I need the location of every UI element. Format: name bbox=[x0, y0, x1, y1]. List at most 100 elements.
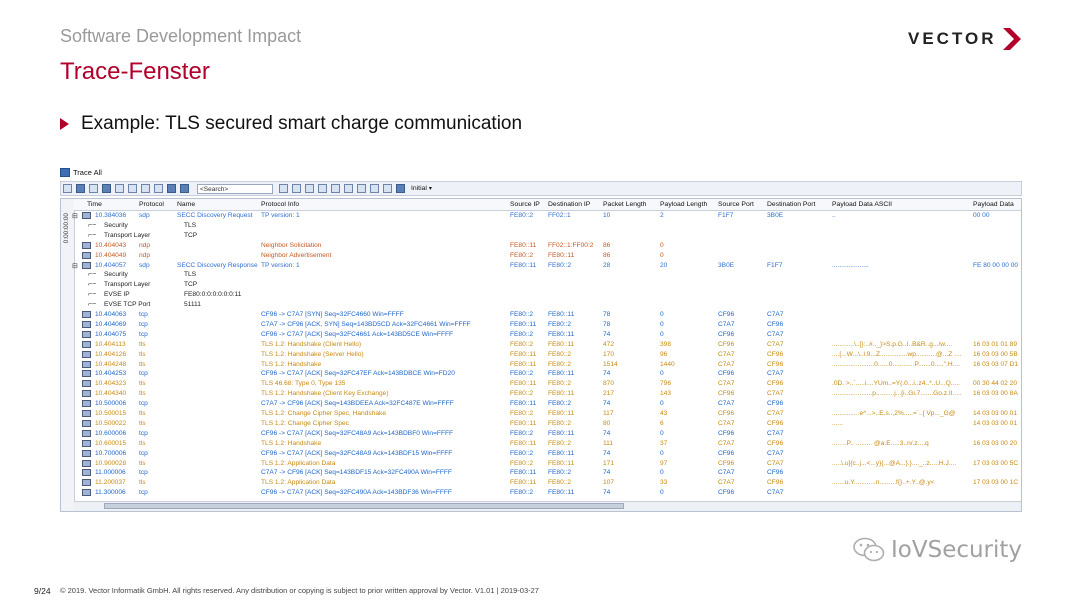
detail-label: Transport Layer bbox=[104, 231, 151, 239]
cell-info: TLS 1.2: Handshake bbox=[261, 439, 322, 447]
trace-row[interactable]: 10.500015 tls TLS 1.2: Change Cipher Spec,… bbox=[74, 409, 1021, 419]
trace-row[interactable]: 10.500006 tcp C7A7 -> CF96 [ACK] Seq=143BD… bbox=[74, 399, 1021, 409]
column-header[interactable]: Payload Data ASCII bbox=[832, 201, 892, 208]
column-header[interactable]: Name bbox=[177, 201, 195, 208]
cell-time: 10.404063 bbox=[95, 311, 127, 318]
toolbar-scroll-icon[interactable] bbox=[180, 184, 189, 193]
toolbar-group-icon[interactable] bbox=[76, 184, 85, 193]
detail-label: Security bbox=[104, 271, 128, 279]
column-header[interactable]: Destination IP bbox=[548, 201, 590, 208]
message-icon bbox=[82, 400, 91, 408]
trace-row[interactable]: ⊟ 10.384036 sdp SECC Discovery Request TP ve… bbox=[72, 211, 1021, 221]
cell-plen: 117 bbox=[603, 410, 614, 417]
toolbar-collapse-icon[interactable] bbox=[115, 184, 124, 193]
trace-row[interactable]: 11.000006 tcp C7A7 -> CF96 [ACK] Seq=143BD… bbox=[74, 468, 1021, 478]
column-header[interactable]: Payload Length bbox=[660, 201, 707, 208]
toolbar-back-icon[interactable] bbox=[305, 184, 314, 193]
expand-toggle-icon[interactable]: ⊟ bbox=[72, 212, 78, 220]
trace-row[interactable]: 10.500022 tls TLS 1.2: Change Cipher Spec F… bbox=[74, 419, 1021, 429]
trace-detail-row: ⌐~ Security TLS bbox=[74, 221, 1021, 231]
cell-dst: FE80::11 bbox=[548, 251, 575, 259]
horizontal-scrollbar[interactable] bbox=[74, 501, 1021, 511]
toolbar-find-prev-icon[interactable] bbox=[279, 184, 288, 193]
column-header[interactable]: Payload Data bbox=[973, 201, 1014, 208]
cell-paylen: 0 bbox=[660, 449, 664, 457]
toolbar-highlight-icon[interactable] bbox=[292, 184, 301, 193]
toolbar-clear-icon[interactable] bbox=[141, 184, 150, 193]
message-icon bbox=[82, 479, 91, 487]
message-icon bbox=[82, 459, 91, 467]
time-offset-bar: 0:00:00:00 bbox=[61, 199, 75, 511]
initial-dropdown-chevron-icon[interactable]: ▾ bbox=[429, 185, 432, 192]
trace-row[interactable]: 10.404253 tcp CF96 -> C7A7 [ACK] Seq=32FC4… bbox=[74, 369, 1021, 379]
toolbar-sort-icon[interactable] bbox=[167, 184, 176, 193]
toolbar-detail-icon[interactable] bbox=[357, 184, 366, 193]
column-header[interactable]: Packet Length bbox=[603, 201, 646, 208]
trace-window: Trace All <Search> Initial ▾ 0:00:00:00 … bbox=[60, 163, 1022, 520]
trace-row[interactable]: 10.404113 tls TLS 1.2: Handshake (Client H… bbox=[74, 340, 1021, 350]
cell-ascii: .................... bbox=[832, 261, 869, 269]
toolbar-pause-icon[interactable] bbox=[154, 184, 163, 193]
trace-row[interactable]: 10.404126 tls TLS 1.2: Handshake (Server H… bbox=[74, 350, 1021, 360]
trace-row[interactable]: 10.404049 ndp Neighbor Advertisement FE80::… bbox=[74, 251, 1021, 261]
trace-search-input[interactable]: <Search> bbox=[197, 183, 273, 194]
toolbar-layout-icon[interactable] bbox=[331, 184, 340, 193]
expand-toggle-icon[interactable]: ⊟ bbox=[72, 262, 78, 270]
column-header[interactable]: Time bbox=[87, 201, 102, 208]
cell-dport: CF96 bbox=[767, 350, 784, 358]
trace-row[interactable]: 10.404248 tls TLS 1.2: Handshake FE80::11 FE… bbox=[74, 360, 1021, 370]
initial-dropdown[interactable]: Initial bbox=[411, 185, 427, 192]
column-header[interactable]: Protocol bbox=[139, 201, 164, 208]
trace-row[interactable]: 10.900028 tls TLS 1.2: Application Data FE8… bbox=[74, 459, 1021, 469]
trace-row[interactable]: ⊟ 10.404057 sdp SECC Discovery Response TP v… bbox=[72, 261, 1021, 271]
cell-time: 10.900028 bbox=[95, 459, 127, 467]
column-header[interactable]: Destination Port bbox=[767, 201, 815, 208]
trace-row[interactable]: 10.404075 tcp CF96 -> C7A7 [ACK] Seq=32FC4… bbox=[74, 330, 1021, 340]
cell-plen: 80 bbox=[603, 419, 611, 427]
cell-dst: FE80::11 bbox=[548, 449, 575, 457]
cell-sport: CF96 bbox=[718, 370, 735, 378]
trace-row[interactable]: 10.404340 tls TLS 1.2: Handshake (Client K… bbox=[74, 389, 1021, 399]
cell-time: 10.404323 bbox=[95, 380, 127, 388]
trace-row[interactable]: 11.300006 tcp CF96 -> C7A7 [ACK] Seq=32FC4… bbox=[74, 488, 1021, 498]
cell-plen: 74 bbox=[603, 400, 611, 408]
trace-row[interactable]: 10.404063 tcp CF96 -> C7A7 [SYN] Seq=32FC4… bbox=[74, 310, 1021, 320]
scrollbar-thumb[interactable] bbox=[104, 503, 624, 509]
cell-dst: FE80::2 bbox=[548, 419, 572, 427]
toolbar-expand-icon[interactable] bbox=[102, 184, 111, 193]
toolbar-forward-icon[interactable] bbox=[318, 184, 327, 193]
cell-time: 10.384036 bbox=[95, 212, 127, 219]
trace-row[interactable]: 10.404069 tcp C7A7 -> CF96 [ACK, SYN] Seq=… bbox=[74, 320, 1021, 330]
toolbar-window-icon[interactable] bbox=[383, 184, 392, 193]
cell-paylen: 143 bbox=[660, 390, 672, 398]
column-header[interactable]: Protocol Info bbox=[261, 201, 299, 208]
cell-time: 10.600015 bbox=[95, 439, 127, 447]
column-header[interactable]: Source Port bbox=[718, 201, 754, 208]
cell-time: 10.404113 bbox=[95, 340, 126, 348]
trace-row[interactable]: 10.600006 tcp CF96 -> C7A7 [ACK] Seq=32FC4… bbox=[74, 429, 1021, 439]
cell-paylen: 37 bbox=[660, 439, 668, 447]
column-header[interactable]: Source IP bbox=[510, 201, 540, 208]
toolbar-config-icon[interactable] bbox=[396, 184, 405, 193]
cell-time: 10.404043 bbox=[95, 241, 127, 249]
trace-row[interactable]: 10.600015 tls TLS 1.2: Handshake FE80::11 FE… bbox=[74, 439, 1021, 449]
cell-ascii: .....\.u]{c..j...<...y}{...@A...}.}...._… bbox=[832, 459, 957, 467]
cell-paylen: 1440 bbox=[660, 360, 675, 368]
toolbar-font-icon[interactable] bbox=[370, 184, 379, 193]
toolbar-view-icon[interactable] bbox=[344, 184, 353, 193]
message-icon bbox=[82, 311, 91, 318]
trace-row[interactable]: 11.200037 tls TLS 1.2: Application Data FE8… bbox=[74, 478, 1021, 488]
cell-src: FE80::11 bbox=[510, 400, 537, 408]
trace-row[interactable]: 10.404323 tls TLS 46.68: Type 0, Type 135 F… bbox=[74, 379, 1021, 389]
trace-row[interactable]: 10.700006 tcp CF96 -> C7A7 [ACK] Seq=32FC4… bbox=[74, 449, 1021, 459]
toolbar-find-icon[interactable] bbox=[128, 184, 137, 193]
trace-row[interactable]: 10.404043 ndp Neighbor Solicitation FE80::1… bbox=[74, 241, 1021, 251]
cell-time: 10.404253 bbox=[95, 370, 127, 378]
toolbar-filter-icon[interactable] bbox=[63, 184, 72, 193]
cell-info: CF96 -> C7A7 [ACK] Seq=32FC48A9 Ack=143B… bbox=[261, 449, 453, 457]
cell-info: TLS 1.2: Application Data bbox=[261, 479, 336, 487]
cell-dst: FE80::11 bbox=[548, 410, 575, 417]
cell-src: FE80::11 bbox=[510, 479, 537, 487]
toolbar-columns-icon[interactable] bbox=[89, 184, 98, 193]
cell-proto: tcp bbox=[139, 489, 148, 497]
